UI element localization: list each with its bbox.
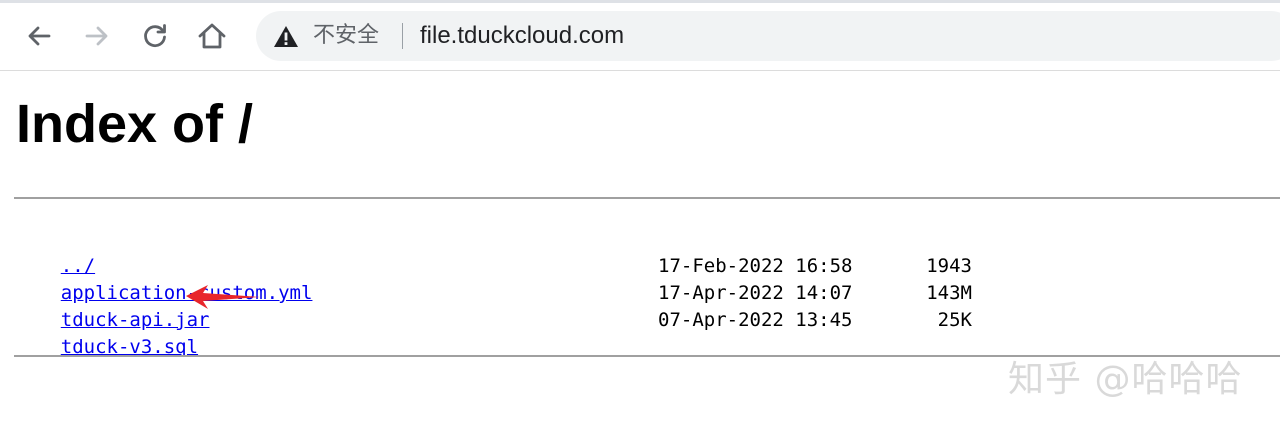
url-text[interactable]: file.tduckcloud.com (420, 22, 624, 50)
file-size: 25K (937, 309, 972, 331)
address-divider (402, 23, 403, 49)
back-arrow-icon (28, 26, 51, 46)
file-date: 17-Apr-2022 14:07 (658, 282, 853, 304)
annotation-arrow-icon (186, 285, 260, 309)
forward-arrow-icon (85, 26, 108, 46)
list-item: tduck-api.jar 17-Apr-2022 14:07 143M (15, 280, 972, 331)
file-size: 1943 (926, 255, 972, 277)
tab-strip-edge (0, 0, 1280, 3)
browser-toolbar: 不安全 file.tduckcloud.com (0, 0, 1280, 71)
reload-icon (144, 24, 166, 48)
home-button[interactable] (194, 18, 230, 54)
reload-button[interactable] (137, 18, 173, 54)
address-bar[interactable]: 不安全 file.tduckcloud.com (256, 11, 1280, 61)
forward-button[interactable] (79, 18, 115, 54)
file-listing: ../ application-custom.yml 17-Feb-2022 1… (15, 226, 972, 358)
page-title: Index of / (16, 94, 254, 154)
watermark: 知乎 @哈哈哈 (1008, 359, 1243, 400)
file-size: 143M (926, 282, 972, 304)
top-divider (14, 197, 1280, 199)
back-button[interactable] (21, 18, 57, 54)
file-date: 17-Feb-2022 16:58 (658, 255, 853, 277)
list-item-parent: ../ (15, 226, 312, 277)
list-item: tduck-v3.sql 07-Apr-2022 13:45 25K (15, 307, 972, 358)
list-item: application-custom.yml 17-Feb-2022 16:58… (15, 253, 972, 304)
home-icon (198, 23, 226, 49)
file-date: 07-Apr-2022 13:45 (658, 309, 853, 331)
security-status-label[interactable]: 不安全 (313, 23, 379, 49)
warning-icon[interactable] (273, 25, 299, 48)
